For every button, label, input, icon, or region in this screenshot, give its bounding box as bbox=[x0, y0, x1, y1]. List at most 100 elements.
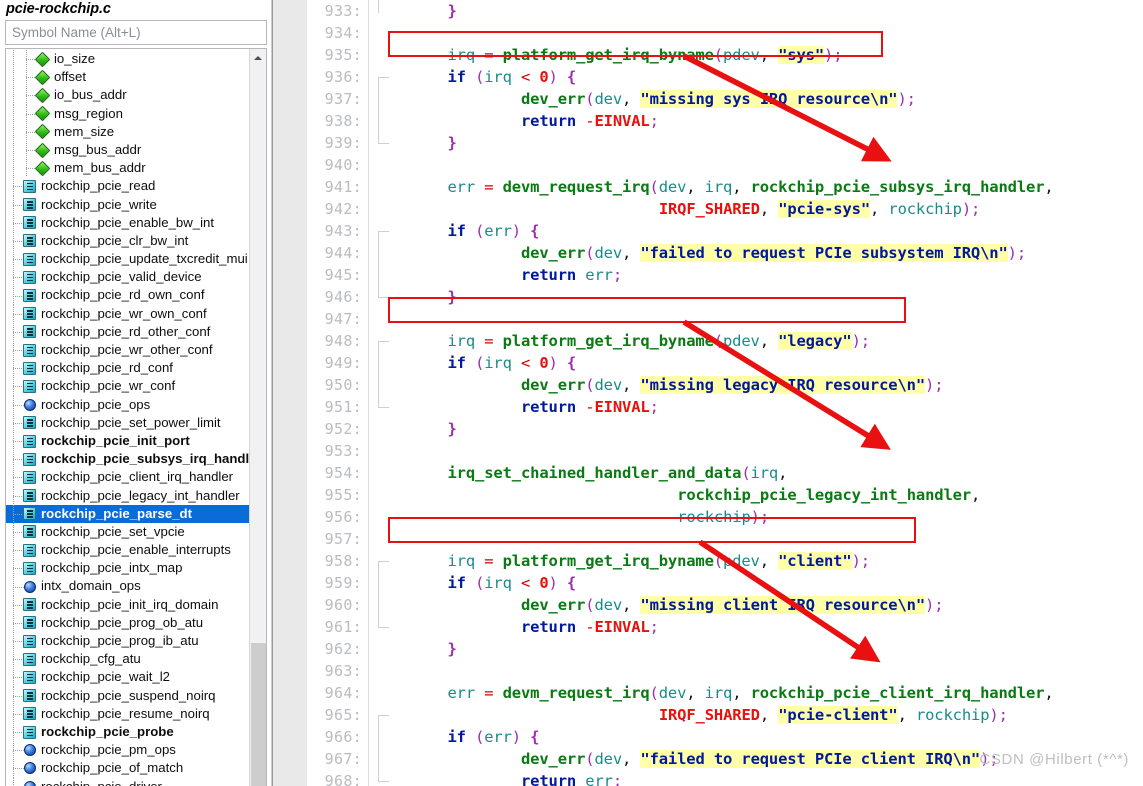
tree-item-rockchip-pcie-wr-conf[interactable]: rockchip_pcie_wr_conf bbox=[6, 377, 249, 396]
tree-item-rockchip-pcie-driver[interactable]: rockchip_pcie_driver bbox=[6, 777, 249, 786]
tree-item-msg-region[interactable]: msg_region bbox=[6, 104, 249, 123]
tree-item-rockchip-pcie-rd-own-conf[interactable]: rockchip_pcie_rd_own_conf bbox=[6, 286, 249, 305]
code-line[interactable] bbox=[370, 154, 1143, 176]
tree-item-rockchip-pcie-read[interactable]: rockchip_pcie_read bbox=[6, 177, 249, 196]
tree-item-rockchip-pcie-init-irq-domain[interactable]: rockchip_pcie_init_irq_domain bbox=[6, 595, 249, 614]
function-icon bbox=[23, 598, 36, 612]
tree-item-rockchip-pcie-probe[interactable]: rockchip_pcie_probe bbox=[6, 722, 249, 742]
code-text-area[interactable]: } irq = platform_get_irq_byname(pdev, "s… bbox=[370, 0, 1143, 786]
tree-item-label: rockchip_pcie_rd_conf bbox=[41, 360, 173, 376]
tree-item-io-size[interactable]: io_size bbox=[6, 50, 249, 69]
code-line[interactable]: return err; bbox=[370, 264, 1143, 286]
code-line[interactable]: } bbox=[370, 132, 1143, 154]
line-number: 961: bbox=[324, 618, 362, 636]
tree-item-label: rockchip_pcie_ops bbox=[41, 396, 151, 412]
code-line[interactable]: dev_err(dev, "failed to request PCIe sub… bbox=[370, 242, 1143, 264]
code-line[interactable]: return -EINVAL; bbox=[370, 396, 1143, 418]
tree-item-offset[interactable]: offset bbox=[6, 68, 249, 87]
code-line[interactable]: err = devm_request_irq(dev, irq, rockchi… bbox=[370, 176, 1143, 198]
code-line[interactable]: rockchip); bbox=[370, 506, 1143, 528]
tree-item-mem-size[interactable]: mem_size bbox=[6, 122, 249, 141]
code-line[interactable] bbox=[370, 660, 1143, 682]
code-line[interactable]: } bbox=[370, 0, 1143, 22]
tree-item-rockchip-pcie-intx-map[interactable]: rockchip_pcie_intx_map bbox=[6, 559, 249, 578]
code-editor[interactable]: 933: 934: 935: 936: 937: 938: 939: 940: 941: 942:… bbox=[307, 0, 1143, 786]
line-number: 947: bbox=[324, 310, 362, 328]
code-line[interactable] bbox=[370, 22, 1143, 44]
symbol-search-box[interactable] bbox=[5, 20, 267, 45]
code-line[interactable]: IRQF_SHARED, "pcie-client", rockchip); bbox=[370, 704, 1143, 726]
code-line[interactable] bbox=[370, 528, 1143, 550]
tree-item-label: rockchip_pcie_set_vpcie bbox=[41, 523, 185, 539]
tree-item-rockchip-pcie-valid-device[interactable]: rockchip_pcie_valid_device bbox=[6, 268, 249, 287]
tree-item-rockchip-pcie-enable-bw-int[interactable]: rockchip_pcie_enable_bw_int bbox=[6, 213, 249, 232]
member-diamond-icon bbox=[34, 124, 51, 140]
scroll-up-button[interactable] bbox=[250, 49, 266, 66]
code-line[interactable]: } bbox=[370, 418, 1143, 440]
code-line[interactable]: if (irq < 0) { bbox=[370, 352, 1143, 374]
tree-item-rockchip-cfg-atu[interactable]: rockchip_cfg_atu bbox=[6, 650, 249, 669]
code-line[interactable]: if (irq < 0) { bbox=[370, 572, 1143, 594]
code-line[interactable]: } bbox=[370, 638, 1143, 660]
tree-item-rockchip-pcie-set-power-limit[interactable]: rockchip_pcie_set_power_limit bbox=[6, 413, 249, 432]
code-line[interactable]: irq = platform_get_irq_byname(pdev, "leg… bbox=[370, 330, 1143, 352]
tree-item-rockchip-pcie-set-vpcie[interactable]: rockchip_pcie_set_vpcie bbox=[6, 522, 249, 542]
symbol-tree[interactable]: io_size offset io_bus_addr msg_region mem_si… bbox=[6, 49, 249, 786]
tree-item-rockchip-pcie-prog-ob-atu[interactable]: rockchip_pcie_prog_ob_atu bbox=[6, 613, 249, 632]
tree-item-rockchip-pcie-legacy-int-handler[interactable]: rockchip_pcie_legacy_int_handler bbox=[6, 486, 249, 505]
function-icon bbox=[23, 361, 36, 375]
code-line[interactable]: err = devm_request_irq(dev, irq, rockchi… bbox=[370, 682, 1143, 704]
code-line[interactable]: dev_err(dev, "missing legacy IRQ resourc… bbox=[370, 374, 1143, 396]
tree-item-rockchip-pcie-of-match[interactable]: rockchip_pcie_of_match bbox=[6, 759, 249, 778]
code-line[interactable]: if (irq < 0) { bbox=[370, 66, 1143, 88]
code-line[interactable]: } bbox=[370, 286, 1143, 308]
code-line[interactable]: if (err) { bbox=[370, 220, 1143, 242]
tree-item-rockchip-pcie-ops[interactable]: rockchip_pcie_ops bbox=[6, 395, 249, 414]
code-line[interactable]: return -EINVAL; bbox=[370, 616, 1143, 638]
tree-item-icon bbox=[23, 725, 36, 739]
tree-item-icon bbox=[23, 489, 36, 503]
line-number: 962: bbox=[324, 640, 362, 658]
search-input[interactable] bbox=[6, 21, 266, 44]
tree-item-rockchip-pcie-wr-other-conf[interactable]: rockchip_pcie_wr_other_conf bbox=[6, 341, 249, 360]
tree-item-rockchip-pcie-pm-ops[interactable]: rockchip_pcie_pm_ops bbox=[6, 741, 249, 760]
tree-item-rockchip-pcie-wait-l2[interactable]: rockchip_pcie_wait_l2 bbox=[6, 668, 249, 687]
tree-item-msg-bus-addr[interactable]: msg_bus_addr bbox=[6, 140, 249, 160]
tree-item-rockchip-pcie-resume-noirq[interactable]: rockchip_pcie_resume_noirq bbox=[6, 704, 249, 723]
tree-item-rockchip-pcie-subsys-irq-handler[interactable]: rockchip_pcie_subsys_irq_handler bbox=[6, 450, 249, 469]
line-number: 948: bbox=[324, 332, 362, 350]
code-line[interactable]: return -EINVAL; bbox=[370, 110, 1143, 132]
tree-item-rockchip-pcie-update-txcredit-mui[interactable]: rockchip_pcie_update_txcredit_mui bbox=[6, 250, 249, 269]
scrollbar-thumb[interactable] bbox=[251, 643, 266, 786]
code-line[interactable]: if (err) { bbox=[370, 726, 1143, 748]
code-line[interactable]: irq = platform_get_irq_byname(pdev, "cli… bbox=[370, 550, 1143, 572]
code-line[interactable]: irq_set_chained_handler_and_data(irq, bbox=[370, 462, 1143, 484]
tree-item-icon bbox=[23, 325, 36, 339]
code-line[interactable] bbox=[370, 308, 1143, 330]
code-line[interactable]: return err; bbox=[370, 770, 1143, 786]
code-line[interactable] bbox=[370, 440, 1143, 462]
code-line[interactable]: IRQF_SHARED, "pcie-sys", rockchip); bbox=[370, 198, 1143, 220]
code-line[interactable]: dev_err(dev, "missing client IRQ resourc… bbox=[370, 594, 1143, 616]
tree-item-intx-domain-ops[interactable]: intx_domain_ops bbox=[6, 577, 249, 596]
tree-item-rockchip-pcie-clr-bw-int[interactable]: rockchip_pcie_clr_bw_int bbox=[6, 231, 249, 251]
function-icon bbox=[23, 507, 36, 521]
tree-scrollbar[interactable] bbox=[249, 49, 266, 786]
line-number: 958: bbox=[324, 552, 362, 570]
tree-item-rockchip-pcie-rd-other-conf[interactable]: rockchip_pcie_rd_other_conf bbox=[6, 322, 249, 341]
tree-item-rockchip-pcie-parse-dt[interactable]: rockchip_pcie_parse_dt bbox=[6, 504, 249, 523]
code-line[interactable]: irq = platform_get_irq_byname(pdev, "sys… bbox=[370, 44, 1143, 66]
tree-item-rockchip-pcie-write[interactable]: rockchip_pcie_write bbox=[6, 195, 249, 214]
tree-item-rockchip-pcie-rd-conf[interactable]: rockchip_pcie_rd_conf bbox=[6, 359, 249, 378]
code-line[interactable]: rockchip_pcie_legacy_int_handler, bbox=[370, 484, 1143, 506]
tree-item-rockchip-pcie-wr-own-conf[interactable]: rockchip_pcie_wr_own_conf bbox=[6, 304, 249, 323]
tree-item-rockchip-pcie-enable-interrupts[interactable]: rockchip_pcie_enable_interrupts bbox=[6, 541, 249, 560]
tree-item-rockchip-pcie-suspend-noirq[interactable]: rockchip_pcie_suspend_noirq bbox=[6, 686, 249, 705]
tree-item-rockchip-pcie-init-port[interactable]: rockchip_pcie_init_port bbox=[6, 431, 249, 451]
code-line[interactable]: dev_err(dev, "missing sys IRQ resource\n… bbox=[370, 88, 1143, 110]
tree-item-io-bus-addr[interactable]: io_bus_addr bbox=[6, 86, 249, 105]
app-window: pcie-rockchip.c io_sizeoffset io_bus_addr… bbox=[0, 0, 1143, 786]
tree-item-rockchip-pcie-client-irq-handler[interactable]: rockchip_pcie_client_irq_handler bbox=[6, 468, 249, 487]
tree-item-mem-bus-addr[interactable]: mem_bus_addr bbox=[6, 159, 249, 178]
tree-item-rockchip-pcie-prog-ib-atu[interactable]: rockchip_pcie_prog_ib_atu bbox=[6, 632, 249, 651]
